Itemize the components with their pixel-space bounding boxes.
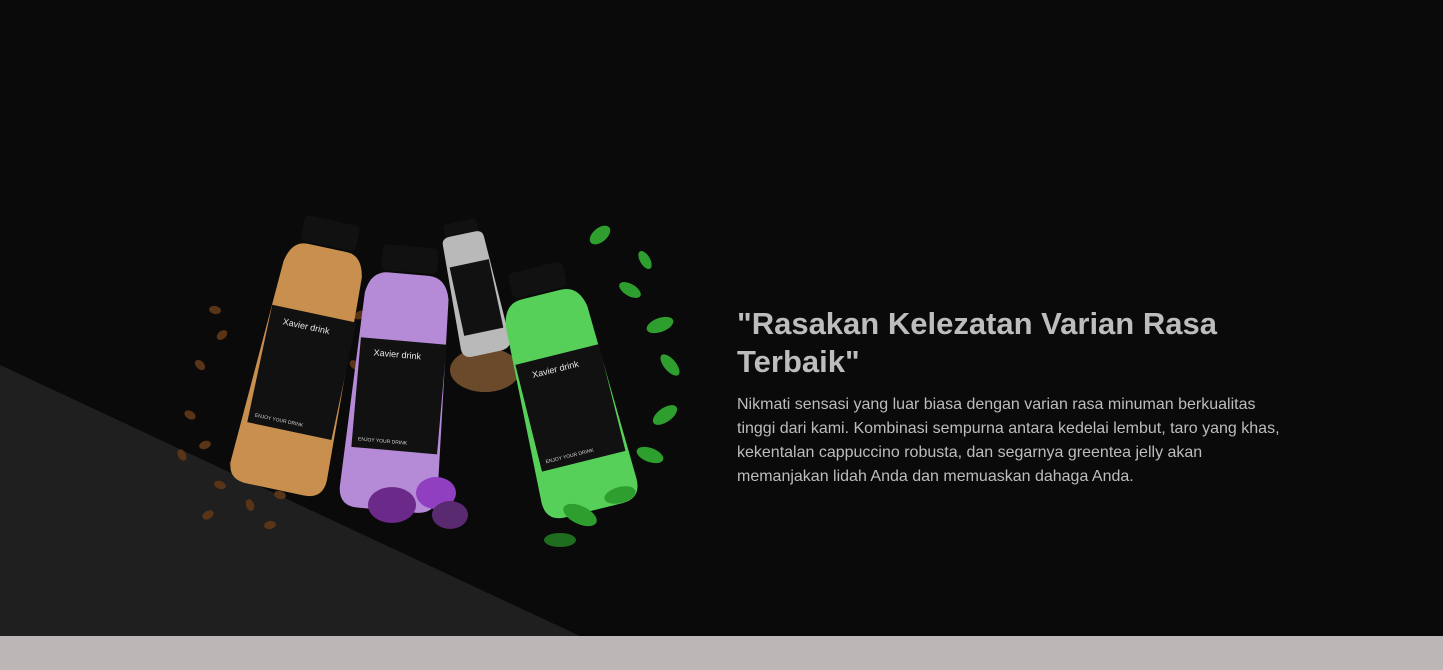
- hero-headline: "Rasakan Kelezatan Varian Rasa Terbaik": [737, 306, 1217, 379]
- bottle-greentea: Xavier drink ENJOY YOUR DRINK: [505, 261, 638, 519]
- product-bottles-image: Xavier drink ENJOY YOUR DRINK Xavier dri…: [177, 215, 680, 547]
- hero-copy: "Rasakan Kelezatan Varian Rasa Terbaik" …: [737, 305, 1297, 489]
- hero-section: Xavier drink ENJOY YOUR DRINK Xavier dri…: [0, 0, 1443, 636]
- hero-description: Nikmati sensasi yang luar biasa dengan v…: [737, 396, 1280, 485]
- coffee-powder: [450, 348, 520, 392]
- footer-band: [0, 636, 1443, 670]
